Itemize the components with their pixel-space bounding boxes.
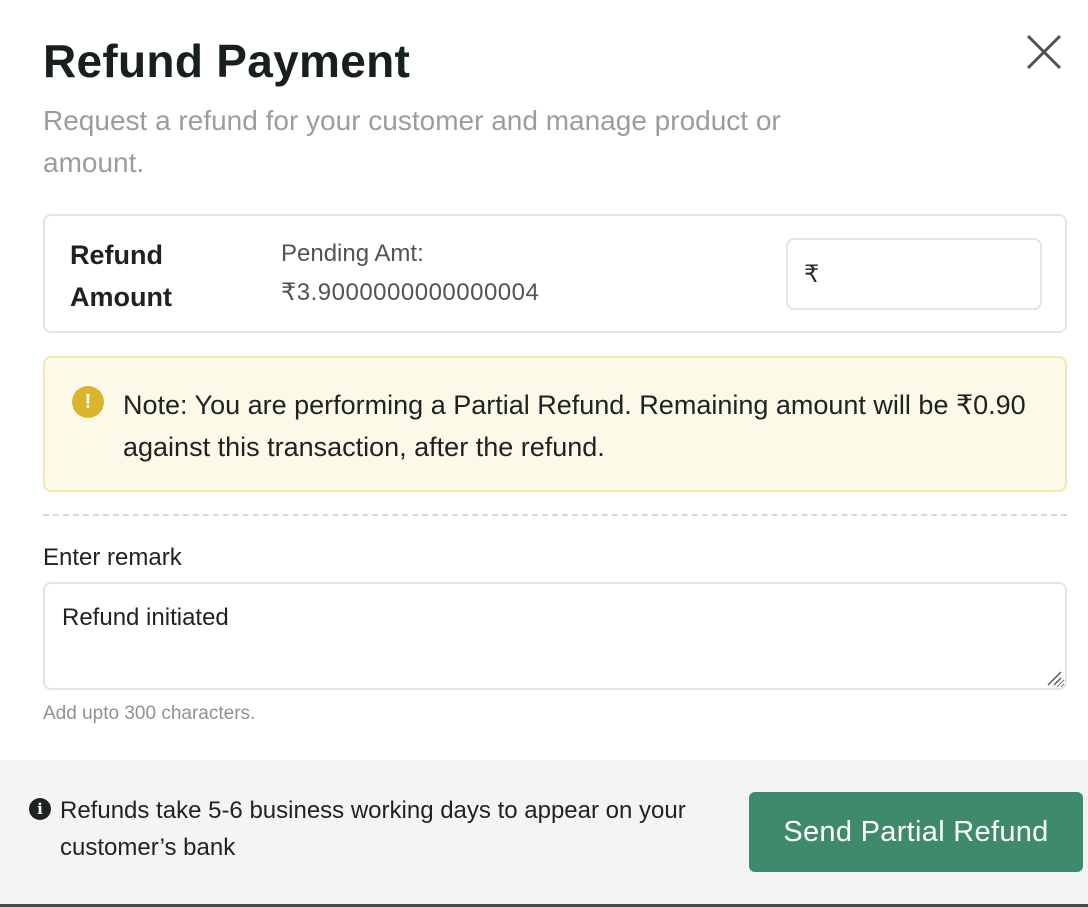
close-icon[interactable] [1024, 32, 1064, 72]
remark-label: Enter remark [43, 544, 182, 571]
refund-amount-input[interactable] [827, 260, 1088, 288]
remark-helper-text: Add upto 300 characters. [43, 703, 256, 724]
remark-textarea[interactable]: Refund initiated [43, 582, 1067, 690]
info-icon: i [29, 798, 51, 820]
send-partial-refund-button[interactable]: Send Partial Refund [749, 792, 1083, 872]
refund-modal: Refund Payment Request a refund for your… [0, 0, 1088, 907]
modal-footer: i Refunds take 5-6 business working days… [0, 760, 1088, 907]
resize-handle-icon[interactable] [1046, 670, 1062, 686]
modal-subtitle: Request a refund for your customer and m… [43, 105, 781, 178]
pending-amount-value: ₹3.9000000000000004 [281, 279, 540, 306]
pending-amount-label: Pending Amt: [281, 240, 424, 267]
refund-amount-card: Refund Amount Pending Amt: ₹3.9000000000… [43, 214, 1088, 333]
rupee-icon: ₹ [804, 260, 820, 288]
note-text: Note: You are performing a Partial Refun… [123, 390, 1026, 462]
modal-title: Refund Payment [43, 35, 411, 87]
refund-amount-field[interactable]: ₹ [786, 238, 1088, 310]
refund-timeline-info: Refunds take 5-6 business working days t… [60, 797, 686, 861]
refund-amount-label: Refund Amount [70, 240, 172, 312]
partial-refund-note: ! Note: You are performing a Partial Ref… [43, 356, 1067, 492]
exclamation-icon: ! [72, 386, 104, 418]
divider [43, 514, 1067, 516]
